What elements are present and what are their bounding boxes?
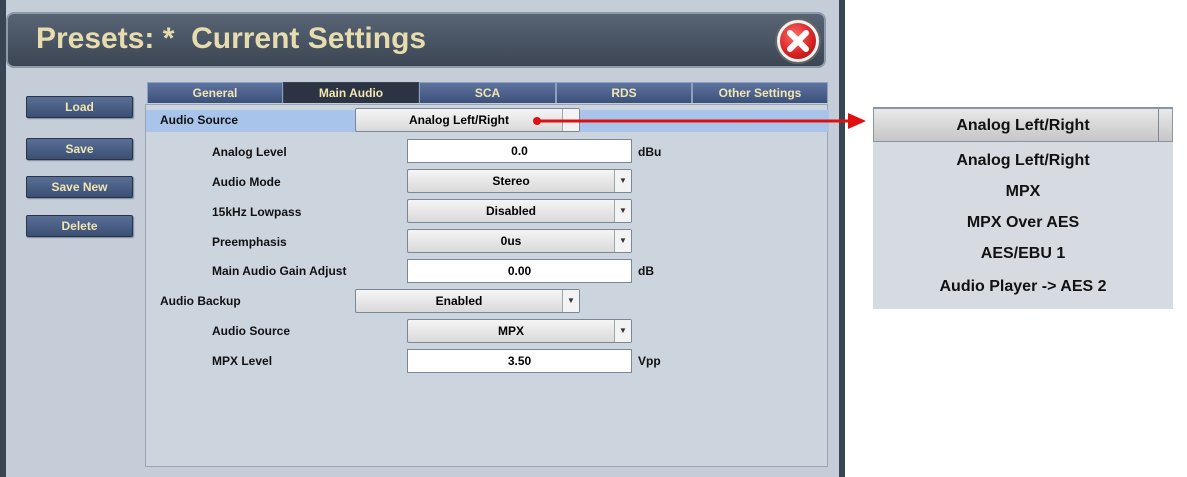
audio-source-options-popup: Analog Left/Right Analog Left/Right MPX …	[873, 107, 1173, 309]
option-mpx[interactable]: MPX	[873, 178, 1173, 206]
option-mpx-over-aes[interactable]: MPX Over AES	[873, 209, 1173, 237]
option-audio-player-aes-2[interactable]: Audio Player -> AES 2	[873, 273, 1173, 301]
popup-selected-value[interactable]: Analog Left/Right	[873, 108, 1173, 142]
option-analog-left-right[interactable]: Analog Left/Right	[873, 147, 1173, 175]
popup-arrow-separator	[1158, 109, 1172, 141]
option-aes-ebu-1[interactable]: AES/EBU 1	[873, 240, 1173, 268]
popup-selected-label: Analog Left/Right	[956, 117, 1090, 134]
